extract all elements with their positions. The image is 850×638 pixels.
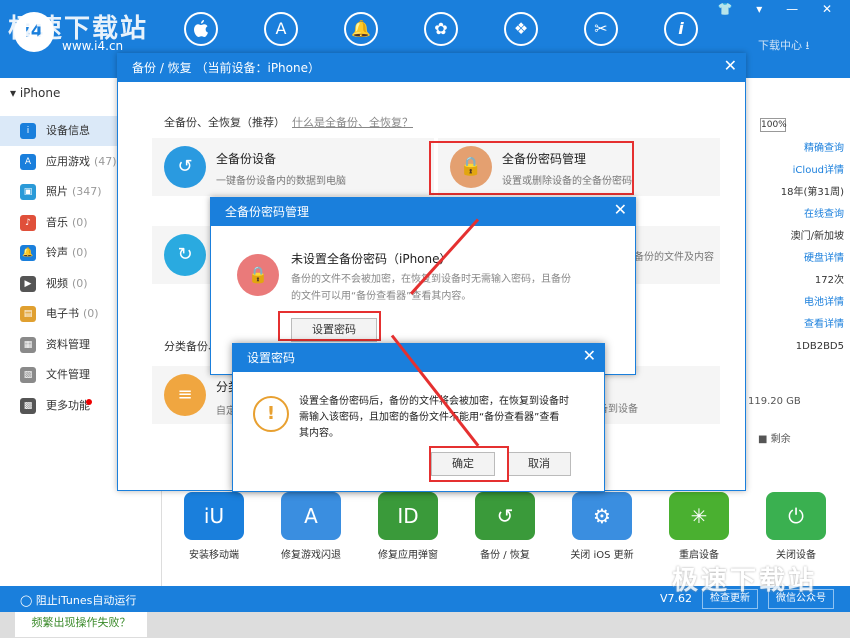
sidebar-item-icon: ▣: [20, 184, 36, 200]
sidebar-item-label: 电子书: [46, 307, 79, 320]
sidebar-item-count: (0): [72, 276, 88, 290]
close-icon[interactable]: ✕: [583, 346, 596, 365]
sidebar-item-label: 音乐: [46, 215, 68, 229]
cancel-button[interactable]: 取消: [507, 452, 571, 476]
appstore-icon[interactable]: A: [264, 12, 298, 46]
sidebar-item-label: 铃声: [46, 246, 68, 259]
restore-icon: ↻: [164, 234, 206, 276]
tool-label: 关闭 iOS 更新: [570, 550, 634, 561]
site-watermark: 极速下载站: [672, 566, 818, 596]
highlight-box: [429, 141, 634, 195]
lock-icon: 🔒: [237, 254, 279, 296]
message-line-1: 设置全备份密码后，备份的文件将会被加密，在恢复到设备时: [299, 396, 569, 407]
dropbox-icon[interactable]: ❖: [504, 12, 538, 46]
tool-button[interactable]: ⏻: [766, 492, 826, 540]
sidebar-item-label: 资料管理: [46, 337, 90, 351]
list-icon: ≡: [164, 374, 206, 416]
sidebar-item-label: 设备信息: [46, 124, 90, 137]
info-line[interactable]: 电池详情: [744, 292, 850, 314]
storage-remaining-label: ■ 剩余: [758, 434, 791, 445]
sidebar-item-count: (0): [72, 246, 88, 259]
flower-icon[interactable]: ✿: [424, 12, 458, 46]
sidebar-item-icon: ▦: [20, 336, 36, 353]
storage-total: 119.20 GB: [748, 396, 801, 407]
sidebar-item-label: 应用游戏: [46, 154, 90, 168]
sidebar-item-count: (0): [83, 307, 99, 320]
info-line[interactable]: 在线查询: [744, 204, 850, 226]
tool-button[interactable]: ↺: [475, 492, 535, 540]
info-line: 澳门/新加坡: [790, 231, 844, 242]
full-backup-card[interactable]: ↺ 全备份设备 一键备份设备内的数据到电脑: [152, 138, 434, 196]
notification-dot: [86, 398, 92, 405]
sidebar-item-count: (0): [72, 215, 88, 229]
tool-button[interactable]: ⚙: [572, 492, 632, 540]
dialog-title: 全备份密码管理: [211, 198, 635, 226]
info-line[interactable]: 精确查询: [744, 138, 850, 160]
dialog-heading: 未设置全备份密码（iPhone）: [291, 252, 452, 266]
device-name: iPhone: [19, 86, 61, 100]
sidebar-item-count: (347): [72, 185, 102, 198]
info-line[interactable]: 硬盘详情: [744, 248, 850, 270]
sidebar-item-label: 更多功能: [46, 398, 90, 412]
dialog-desc-2: 的文件可以用“备份查看器”查看其内容。: [291, 291, 472, 302]
tool-button[interactable]: ✳: [669, 492, 729, 540]
dialog-title: 备份 / 恢复 （当前设备：iPhone）: [118, 54, 745, 82]
sidebar-item-count: (47): [94, 154, 117, 168]
sidebar-item-icon: A: [20, 153, 36, 170]
device-selector[interactable]: ▾ iPhone: [10, 86, 60, 100]
info-line: 1DB2BD5: [795, 341, 844, 352]
sidebar-item-icon: ▧: [20, 367, 36, 383]
window-controls[interactable]: 👕 ▾ — ✕: [718, 2, 842, 16]
sidebar-item-icon: 🔔: [20, 245, 36, 261]
block-itunes-toggle[interactable]: ◯ 阻止iTunes自动运行: [20, 592, 136, 608]
backup-icon: ↺: [164, 146, 206, 188]
tool-label: 修复游戏闪退: [281, 550, 341, 561]
message-line-3: 其内容。: [299, 428, 339, 439]
info-line: 172次: [814, 275, 844, 286]
sidebar-item-label: 照片: [46, 185, 68, 198]
bell-icon[interactable]: 🔔: [344, 12, 378, 46]
message-line-2: 需输入该密码，且加密的备份文件不能用“备份查看器”查看: [299, 412, 560, 423]
tool-label: 关闭设备: [776, 550, 816, 561]
sidebar-item-icon: ▶: [20, 275, 36, 292]
brand-url: www.i4.cn: [62, 39, 124, 53]
set-password-dialog: 设置密码 ✕ ! 设置全备份密码后，备份的文件将会被加密，在恢复到设备时 需输入…: [232, 343, 605, 492]
tool-button[interactable]: iU: [184, 492, 244, 540]
info-line[interactable]: iCloud详情: [744, 160, 850, 182]
tool-label: 备份 / 恢复: [480, 550, 530, 561]
trouble-help-button[interactable]: 频繁出现操作失败？: [14, 608, 148, 638]
tool-label: 重启设备: [679, 550, 719, 561]
close-icon[interactable]: ✕: [614, 200, 627, 219]
tool-button[interactable]: A: [281, 492, 341, 540]
sidebar-item-icon: ▩: [20, 397, 36, 414]
apple-icon[interactable]: [184, 12, 218, 46]
highlight-box: [278, 311, 381, 341]
sidebar-item-icon: ♪: [20, 214, 36, 231]
zoom-badge: 100%: [760, 118, 787, 132]
tool-label: 安装移动端: [189, 550, 239, 561]
sidebar-item-icon: ▤: [20, 306, 36, 322]
warning-icon: !: [253, 396, 289, 432]
sidebar-item-label: 文件管理: [46, 368, 90, 381]
help-link[interactable]: 什么是全备份、全恢复？: [292, 114, 413, 130]
info-line[interactable]: 查看详情: [744, 314, 850, 336]
card-title: 全备份设备: [216, 152, 277, 166]
tool-label: 修复应用弹窗: [378, 550, 438, 561]
section-heading: 全备份、全恢复（推荐）: [164, 116, 285, 129]
tool-button[interactable]: ID: [378, 492, 438, 540]
card-subtitle: 备份的文件及内容: [634, 252, 714, 263]
sidebar-item-label: 视频: [46, 276, 68, 290]
highlight-box: [429, 446, 509, 482]
sidebar-item-icon: i: [20, 123, 36, 139]
info-icon[interactable]: i: [664, 12, 698, 46]
tools-icon[interactable]: ✂: [584, 12, 618, 46]
download-center-button[interactable]: 下载中心 ⭳: [758, 37, 838, 57]
info-line: 18年(第31周): [780, 187, 844, 198]
card-subtitle: 一键备份设备内的数据到电脑: [216, 176, 346, 187]
close-icon[interactable]: ✕: [724, 56, 737, 75]
